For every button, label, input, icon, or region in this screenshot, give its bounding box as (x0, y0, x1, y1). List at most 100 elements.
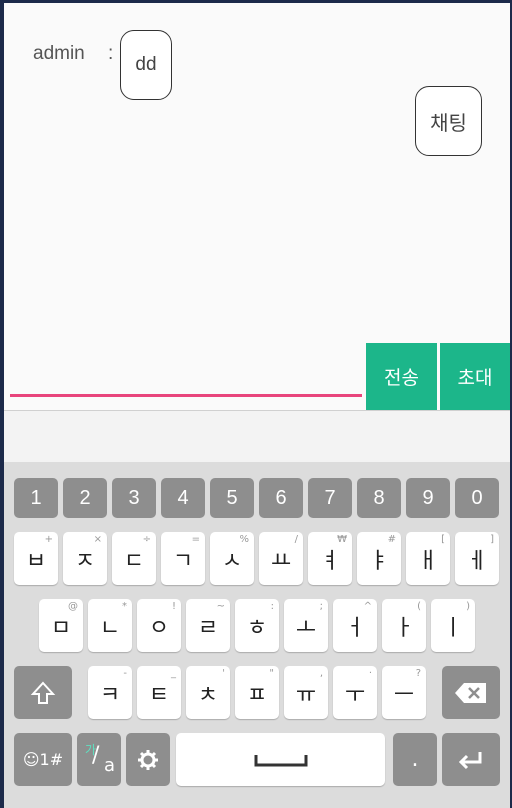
message-sender: admin (33, 43, 85, 64)
key-eo[interactable]: ㅓ ^ (333, 599, 377, 652)
key-yu[interactable]: ㅠ, (284, 666, 328, 719)
key-6[interactable]: 6 (259, 478, 303, 518)
key-alt-symbol: # (387, 534, 396, 545)
key-label: ㄴ (99, 615, 121, 641)
key-ieung[interactable]: ㅇ! (137, 599, 181, 652)
key-e[interactable]: ㅔ] (455, 532, 499, 585)
shift-key[interactable] (14, 666, 72, 719)
key-label: ㅐ (417, 548, 439, 574)
key-digeut[interactable]: ㄷ ÷ (112, 532, 156, 585)
key-2[interactable]: 2 (63, 478, 107, 518)
settings-key[interactable] (126, 733, 170, 786)
suggestion-bar (4, 411, 510, 462)
key-alt-symbol: ÷ (142, 534, 151, 545)
key-yeo[interactable]: ㅕ ₩ (308, 532, 352, 585)
key-tieut[interactable]: ㅌ _ (137, 666, 181, 719)
key-bieup[interactable]: ㅂ + (14, 532, 58, 585)
key-o[interactable]: ㅗ; (284, 599, 328, 652)
key-8[interactable]: 8 (357, 478, 401, 518)
key-siot[interactable]: ㅅ% (210, 532, 254, 585)
key-rieul[interactable]: ㄹ ~ (186, 599, 230, 652)
keyboard: 1 2 3 4 5 6 7 8 9 0 ㅂ + ㅈ × ㄷ ÷ ㄱ = ㅅ% ㅛ / ㅕ ₩… (4, 462, 510, 808)
key-alt-symbol: ; (319, 601, 323, 612)
language-key-latin: a (104, 755, 116, 776)
key-alt-symbol: " (269, 668, 274, 679)
key-ya[interactable]: ㅑ # (357, 532, 401, 585)
key-label: ㅏ (393, 615, 415, 641)
key-label: ㅜ (344, 682, 366, 708)
key-label: ㅡ (393, 682, 415, 708)
message-bubble: dd (120, 30, 172, 100)
enter-key[interactable] (442, 733, 500, 786)
key-alt-symbol: ^ (363, 601, 372, 612)
key-4[interactable]: 4 (161, 478, 205, 518)
key-mieum[interactable]: ㅁ @ (39, 599, 83, 652)
space-key[interactable] (176, 733, 385, 786)
key-alt-symbol: ' (222, 668, 225, 679)
key-label: ㅁ (50, 615, 72, 641)
key-alt-symbol: [ (441, 534, 445, 545)
key-alt-symbol: : (270, 601, 274, 612)
key-label: ㅕ (319, 548, 341, 574)
key-alt-symbol: % (239, 534, 249, 545)
key-label: ㅓ (344, 615, 366, 641)
key-u[interactable]: ㅜ · (333, 666, 377, 719)
key-label: ㄹ (197, 615, 219, 641)
message-separator: : (108, 43, 114, 64)
key-0[interactable]: 0 (455, 478, 499, 518)
language-key[interactable]: 가 / a (77, 733, 121, 786)
key-alt-symbol: × (93, 534, 102, 545)
key-jieut[interactable]: ㅈ × (63, 532, 107, 585)
key-label: ㅔ (466, 548, 488, 574)
message-input[interactable] (10, 342, 366, 394)
chat-bubble[interactable]: 채팅 (415, 86, 482, 156)
invite-button[interactable]: 초대 (440, 343, 510, 410)
key-alt-symbol: / (294, 534, 298, 545)
key-pieup[interactable]: ㅍ " (235, 666, 279, 719)
key-giyeok[interactable]: ㄱ = (161, 532, 205, 585)
key-label: ㅍ (246, 682, 268, 708)
key-label: ㅅ (221, 548, 243, 574)
key-yo[interactable]: ㅛ / (259, 532, 303, 585)
message-input-wrapper (10, 342, 366, 398)
key-label: ㅎ (246, 615, 268, 641)
symbols-key[interactable]: ☺1# (14, 733, 72, 786)
key-label: ㅋ (99, 682, 121, 708)
key-1[interactable]: 1 (14, 478, 58, 518)
key-label: ㅣ (442, 615, 464, 641)
key-7[interactable]: 7 (308, 478, 352, 518)
key-eu[interactable]: ㅡ? (382, 666, 426, 719)
key-alt-symbol: , (319, 668, 323, 679)
key-9[interactable]: 9 (406, 478, 450, 518)
key-label: ㅑ (368, 548, 390, 574)
gear-icon (138, 749, 158, 770)
key-alt-symbol: ) (466, 601, 470, 612)
key-alt-symbol: · (368, 668, 372, 679)
backspace-key[interactable] (442, 666, 500, 719)
period-key[interactable]: . (393, 733, 437, 786)
key-label: ㅈ (74, 548, 96, 574)
key-5[interactable]: 5 (210, 478, 254, 518)
key-hieut[interactable]: ㅎ: (235, 599, 279, 652)
chat-screen: admin : dd 채팅 전송 초대 1 2 3 4 5 6 7 8 9 0 … (4, 3, 510, 808)
key-alt-symbol: ( (417, 601, 421, 612)
language-key-slash: / (92, 743, 100, 768)
key-alt-symbol: = (191, 534, 200, 545)
key-label: ㅇ (148, 615, 170, 641)
key-alt-symbol: ~ (216, 601, 225, 612)
key-nieun[interactable]: ㄴ * (88, 599, 132, 652)
key-alt-symbol: ₩ (337, 534, 347, 545)
key-ae[interactable]: ㅐ[ (406, 532, 450, 585)
key-kieuk[interactable]: ㅋ- (88, 666, 132, 719)
enter-icon (458, 751, 482, 769)
key-label: ㅛ (270, 548, 292, 574)
input-underline (10, 394, 362, 397)
key-chieut[interactable]: ㅊ ' (186, 666, 230, 719)
key-a[interactable]: ㅏ( (382, 599, 426, 652)
key-3[interactable]: 3 (112, 478, 156, 518)
key-i[interactable]: ㅣ) (431, 599, 475, 652)
message-row: admin : dd (4, 17, 510, 100)
key-label: ㅊ (197, 682, 219, 708)
shift-icon (30, 681, 56, 704)
send-button[interactable]: 전송 (366, 343, 437, 410)
